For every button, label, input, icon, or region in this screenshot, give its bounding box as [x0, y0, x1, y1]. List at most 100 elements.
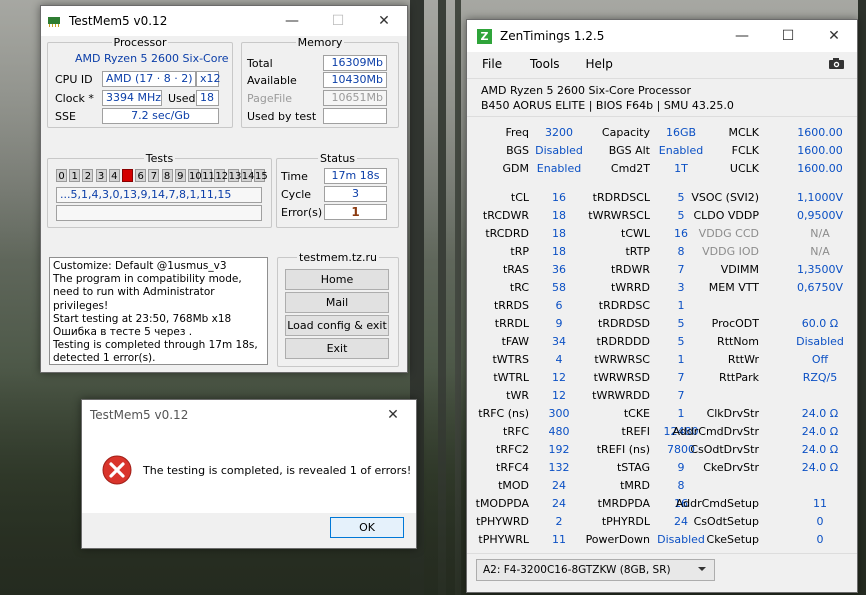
pagefile-label: PageFile	[247, 92, 293, 105]
log-line: The program in compatibility mode,	[53, 273, 242, 286]
load-config-exit-button[interactable]: Load config & exit	[285, 315, 389, 336]
memory-chip-icon	[48, 17, 60, 27]
log-line: need to run with Administrator privilege…	[53, 286, 215, 312]
clock-label: Clock *	[55, 92, 94, 105]
tests-legend: Tests	[145, 152, 174, 165]
timing-value: 1600.00	[797, 126, 843, 139]
test-cell: 11	[201, 169, 215, 182]
usedbytest-label: Used by test	[247, 110, 317, 123]
timing-label: ProcODT	[711, 317, 759, 330]
timing-label: tRDRDSC	[598, 299, 650, 312]
timing-value: 0	[816, 515, 824, 528]
timing-label: tCKE	[623, 407, 650, 420]
timing-value: 36	[552, 263, 566, 276]
timing-label: tRDRDDD	[596, 335, 650, 348]
ok-button[interactable]: OK	[330, 517, 404, 538]
total-value: 16309Mb	[323, 55, 387, 71]
test-cell: 6	[135, 169, 147, 182]
testmem-window: TestMem5 v0.12 — ☐ ✕ Processor AMD Ryzen…	[40, 5, 408, 373]
timing-label: BGS	[506, 144, 529, 157]
mail-button[interactable]: Mail	[285, 292, 389, 313]
dialog-close-button[interactable]: ✕	[370, 400, 416, 430]
timing-value: 16	[552, 191, 566, 204]
timing-label: tWRWRSD	[593, 371, 650, 384]
timing-label: tRFC4	[496, 461, 529, 474]
pagefile-value: 10651Mb	[323, 90, 387, 106]
timing-label: tRFC (ns)	[478, 407, 529, 420]
minimize-button[interactable]: —	[269, 6, 315, 36]
timing-value: 16GB	[665, 126, 697, 139]
error-icon	[102, 455, 132, 485]
timing-value: 480	[548, 425, 570, 438]
zentimings-window: Z ZenTimings 1.2.5 — ☐ ✕ File Tools Help A…	[466, 19, 858, 593]
timing-value: 7	[677, 389, 685, 402]
timing-label: tRCDWR	[482, 209, 529, 222]
timing-label: MEM VTT	[708, 281, 759, 294]
timing-label: tREFI	[621, 425, 650, 438]
timing-label: RttNom	[717, 335, 759, 348]
cpu-id-value: AMD (17 · 8 · 2)	[102, 71, 196, 87]
timing-label: tWRWRDD	[592, 389, 650, 402]
timing-label: tWTRS	[492, 353, 529, 366]
timing-label: CkeSetup	[706, 533, 759, 546]
timing-label: CsOdtSetup	[693, 515, 759, 528]
test-cell: 0	[56, 169, 67, 182]
timing-value: Enabled	[536, 162, 582, 175]
timing-label: CkeDrvStr	[703, 461, 759, 474]
timing-value: 300	[548, 407, 570, 420]
timing-label: tWRRD	[611, 281, 650, 294]
test-cell: 10	[188, 169, 202, 182]
timing-value: 1,3500V	[796, 263, 843, 276]
module-select[interactable]: A2: F4-3200C16-8GTZKW (8GB, SR)	[476, 559, 715, 581]
timing-label: tRFC	[503, 425, 529, 438]
log-textbox[interactable]: Customize: Default @1usmus_v3 The program…	[49, 257, 268, 365]
timing-label: tPHYWRD	[476, 515, 529, 528]
test-cell: 13	[227, 169, 242, 182]
cycle-label: Cycle	[281, 188, 312, 201]
log-line: Testing is completed through 17m 18s,	[53, 339, 258, 352]
timing-value: 11	[552, 533, 566, 546]
test-cell: 1	[69, 169, 81, 182]
module-select-value: A2: F4-3200C16-8GTZKW (8GB, SR)	[483, 564, 671, 576]
timing-value: 60.0 Ω	[801, 317, 839, 330]
timing-label: tRP	[510, 245, 529, 258]
timing-value: 1	[677, 407, 685, 420]
testmem-titlebar[interactable]: TestMem5 v0.12 — ☐ ✕	[41, 6, 407, 36]
timing-value: N/A	[810, 227, 830, 240]
timing-label: tPHYWRL	[478, 533, 529, 546]
timing-value: 1,1000V	[796, 191, 843, 204]
timing-label: UCLK	[729, 162, 759, 175]
timing-value: 5	[677, 335, 685, 348]
timing-value: Disabled	[796, 335, 844, 348]
cpu-id-label: CPU ID	[55, 73, 93, 86]
timing-label: tRDRDSCL	[592, 191, 650, 204]
close-button[interactable]: ✕	[361, 6, 407, 36]
processor-legend: Processor	[113, 36, 167, 49]
timing-value: 34	[552, 335, 566, 348]
timing-value: 0,6750V	[796, 281, 843, 294]
timing-label: CLDO VDDP	[693, 209, 759, 222]
timing-label: ClkDrvStr	[706, 407, 759, 420]
test-cell: 8	[161, 169, 173, 182]
dialog-titlebar[interactable]: TestMem5 v0.12 ✕	[82, 400, 416, 430]
timing-value: 24	[552, 479, 566, 492]
maximize-button: ☐	[331, 13, 345, 29]
test-cell: 9	[174, 169, 186, 182]
timing-label: tWRWRSCL	[588, 209, 650, 222]
sse-label: SSE	[55, 110, 76, 123]
memory-legend: Memory	[297, 36, 343, 49]
usedbytest-value	[323, 108, 387, 124]
timing-label: tPHYRDL	[601, 515, 650, 528]
timing-label: tMOD	[498, 479, 529, 492]
test-progress-bar	[56, 205, 262, 221]
timing-value: 24	[552, 497, 566, 510]
timing-label: tCL	[510, 191, 529, 204]
timing-value: 2	[555, 515, 563, 528]
timing-value: 1T	[674, 162, 688, 175]
timing-value: 3200	[545, 126, 573, 139]
home-button[interactable]: Home	[285, 269, 389, 290]
timing-label: tWRWRSC	[594, 353, 650, 366]
test-cell: 15	[254, 169, 268, 182]
used-value: 18	[196, 90, 219, 106]
exit-button[interactable]: Exit	[285, 338, 389, 359]
